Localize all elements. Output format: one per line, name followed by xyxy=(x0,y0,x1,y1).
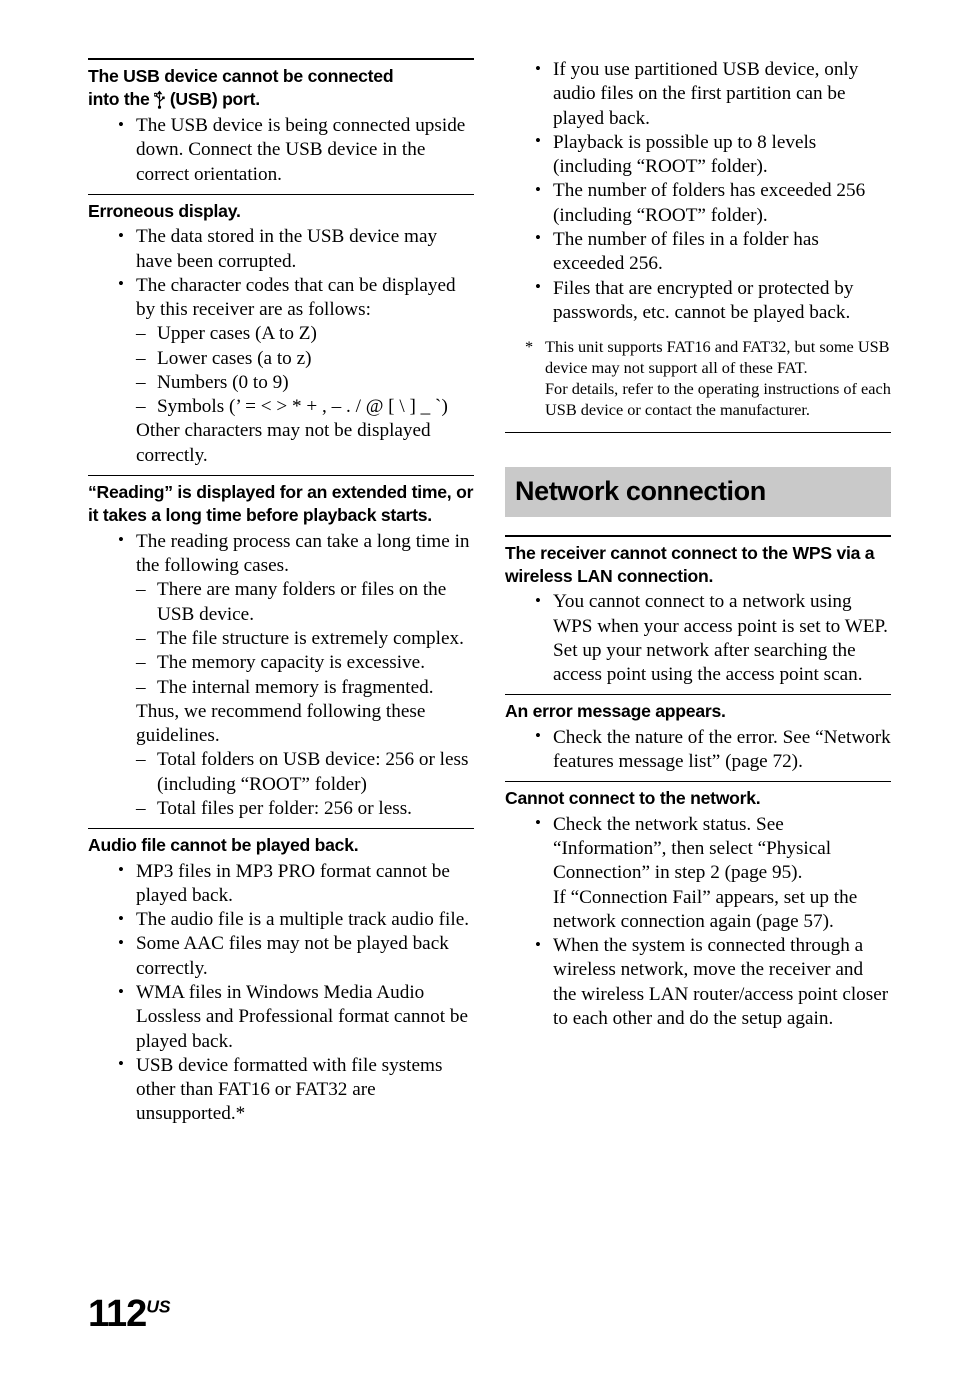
list-item: MP3 files in MP3 PRO format cannot be pl… xyxy=(114,859,474,909)
list-item: The USB device is being connected upside… xyxy=(114,114,474,187)
bullet-list: The USB device is being connected upside… xyxy=(88,114,474,187)
list-item: You cannot connect to a network using WP… xyxy=(531,590,891,687)
list-item: Check the network status. See “Informati… xyxy=(531,812,891,934)
section-heading: Audio file cannot be played back. xyxy=(88,835,359,856)
section-heading: An error message appears. xyxy=(505,701,726,722)
section-audio-file-cannot-play: Audio file cannot be played back. MP3 fi… xyxy=(88,828,474,1126)
right-column: If you use partitioned USB device, only … xyxy=(505,58,891,1031)
section-divider xyxy=(505,694,891,696)
section-cannot-connect-network: Cannot connect to the network. Check the… xyxy=(505,781,891,1031)
sub-list-item: Numbers (0 to 9) xyxy=(136,371,474,396)
sub-list: Upper cases (A to Z) Lower cases (a to z… xyxy=(136,322,474,419)
sub-list-item: Upper cases (A to Z) xyxy=(136,322,474,347)
list-item: The character codes that can be displaye… xyxy=(114,273,474,468)
section-wps-cannot-connect: The receiver cannot connect to the WPS v… xyxy=(505,534,891,688)
section-banner-network-connection: Network connection xyxy=(505,466,891,517)
sub-list-item: There are many folders or files on the U… xyxy=(136,578,474,627)
section-heading: Cannot connect to the network. xyxy=(505,788,761,809)
manual-page: The USB device cannot be connected into … xyxy=(0,0,954,1373)
list-item: Some AAC files may not be played back co… xyxy=(114,932,474,981)
bullet-list: The reading process can take a long time… xyxy=(88,529,474,821)
list-item: Check the nature of the error. See “Netw… xyxy=(531,725,891,775)
section-divider xyxy=(505,534,891,537)
list-item: When the system is connected through a w… xyxy=(531,934,891,1031)
list-item: The reading process can take a long time… xyxy=(114,529,474,821)
list-item: The number of files in a folder has exce… xyxy=(531,227,891,277)
section-divider xyxy=(88,193,474,195)
sub-list-item: The file structure is extremely complex. xyxy=(136,627,474,652)
list-item: If you use partitioned USB device, only … xyxy=(531,58,891,131)
section-divider xyxy=(88,828,474,830)
list-item: The audio file is a multiple track audio… xyxy=(114,908,474,932)
sub-list-item: The internal memory is fragmented. xyxy=(136,676,474,701)
section-erroneous-display: Erroneous display. The data stored in th… xyxy=(88,193,474,468)
footnote-divider xyxy=(505,431,891,433)
sub-list-item: Symbols (’ = < > * + , – . / @ [ \ ] _ `… xyxy=(136,395,474,420)
footnote-paragraph: This unit supports FAT16 and FAT32, but … xyxy=(545,337,890,377)
bullet-list: The data stored in the USB device may ha… xyxy=(88,225,474,468)
list-item: Files that are encrypted or protected by… xyxy=(531,276,891,326)
list-item: The number of folders has exceeded 256 (… xyxy=(531,179,891,228)
sub-list-item: The memory capacity is excessive. xyxy=(136,651,474,676)
sub-list: There are many folders or files on the U… xyxy=(136,578,474,701)
section-heading: The receiver cannot connect to the WPS v… xyxy=(505,542,875,586)
list-item: The data stored in the USB device may ha… xyxy=(114,225,474,274)
bullet-list: MP3 files in MP3 PRO format cannot be pl… xyxy=(88,859,474,1127)
heading-line-2-prefix: into the xyxy=(88,89,150,110)
sub-list-item: Lower cases (a to z) xyxy=(136,347,474,372)
page-number: 112US xyxy=(88,1295,171,1333)
trailing-text: Other characters may not be displayed co… xyxy=(136,420,431,466)
section-heading: Erroneous display. xyxy=(88,200,241,221)
left-column: The USB device cannot be connected into … xyxy=(88,58,474,1127)
section-heading: The USB device cannot be connected into … xyxy=(88,65,474,112)
list-item: WMA files in Windows Media Audio Lossles… xyxy=(114,981,474,1054)
list-item-text: The reading process can take a long time… xyxy=(136,530,470,577)
list-item-text: The character codes that can be displaye… xyxy=(136,274,456,321)
bullet-list-continued: If you use partitioned USB device, only … xyxy=(505,58,891,325)
section-heading: “Reading” is displayed for an extended t… xyxy=(88,482,474,526)
page-number-region: US xyxy=(146,1296,171,1317)
sub-list-item: Total files per folder: 256 or less. xyxy=(136,797,474,822)
footnote-marker: * xyxy=(525,337,534,357)
list-item: USB device formatted with file systems o… xyxy=(114,1053,474,1127)
sub-list-item: Total folders on USB device: 256 or less… xyxy=(136,748,474,797)
list-item: Playback is possible up to 8 levels (inc… xyxy=(531,130,891,180)
list-item-text-continued: If “Connection Fail” appears, set up the… xyxy=(553,886,858,932)
section-divider xyxy=(88,58,474,60)
sub-list: Total folders on USB device: 256 or less… xyxy=(136,748,474,821)
list-item-text: Check the network status. See “Informati… xyxy=(553,813,832,884)
section-error-message-appears: An error message appears. Check the natu… xyxy=(505,694,891,774)
usb-icon xyxy=(153,90,165,113)
section-usb-cannot-connect: The USB device cannot be connected into … xyxy=(88,58,474,187)
section-reading-extended-time: “Reading” is displayed for an extended t… xyxy=(88,475,474,821)
section-divider xyxy=(88,475,474,477)
middle-text: Thus, we recommend following these guide… xyxy=(136,700,426,747)
bullet-list: You cannot connect to a network using WP… xyxy=(505,590,891,687)
bullet-list: Check the network status. See “Informati… xyxy=(505,812,891,1032)
bullet-list: Check the nature of the error. See “Netw… xyxy=(505,725,891,775)
footnote: * This unit supports FAT16 and FAT32, bu… xyxy=(523,337,891,420)
section-divider xyxy=(505,781,891,783)
footnote-paragraph: For details, refer to the operating inst… xyxy=(545,378,891,419)
page-number-value: 112 xyxy=(88,1293,147,1335)
heading-line-1: The USB device cannot be connected xyxy=(88,66,394,86)
heading-line-2-suffix: (USB) port. xyxy=(169,89,260,110)
